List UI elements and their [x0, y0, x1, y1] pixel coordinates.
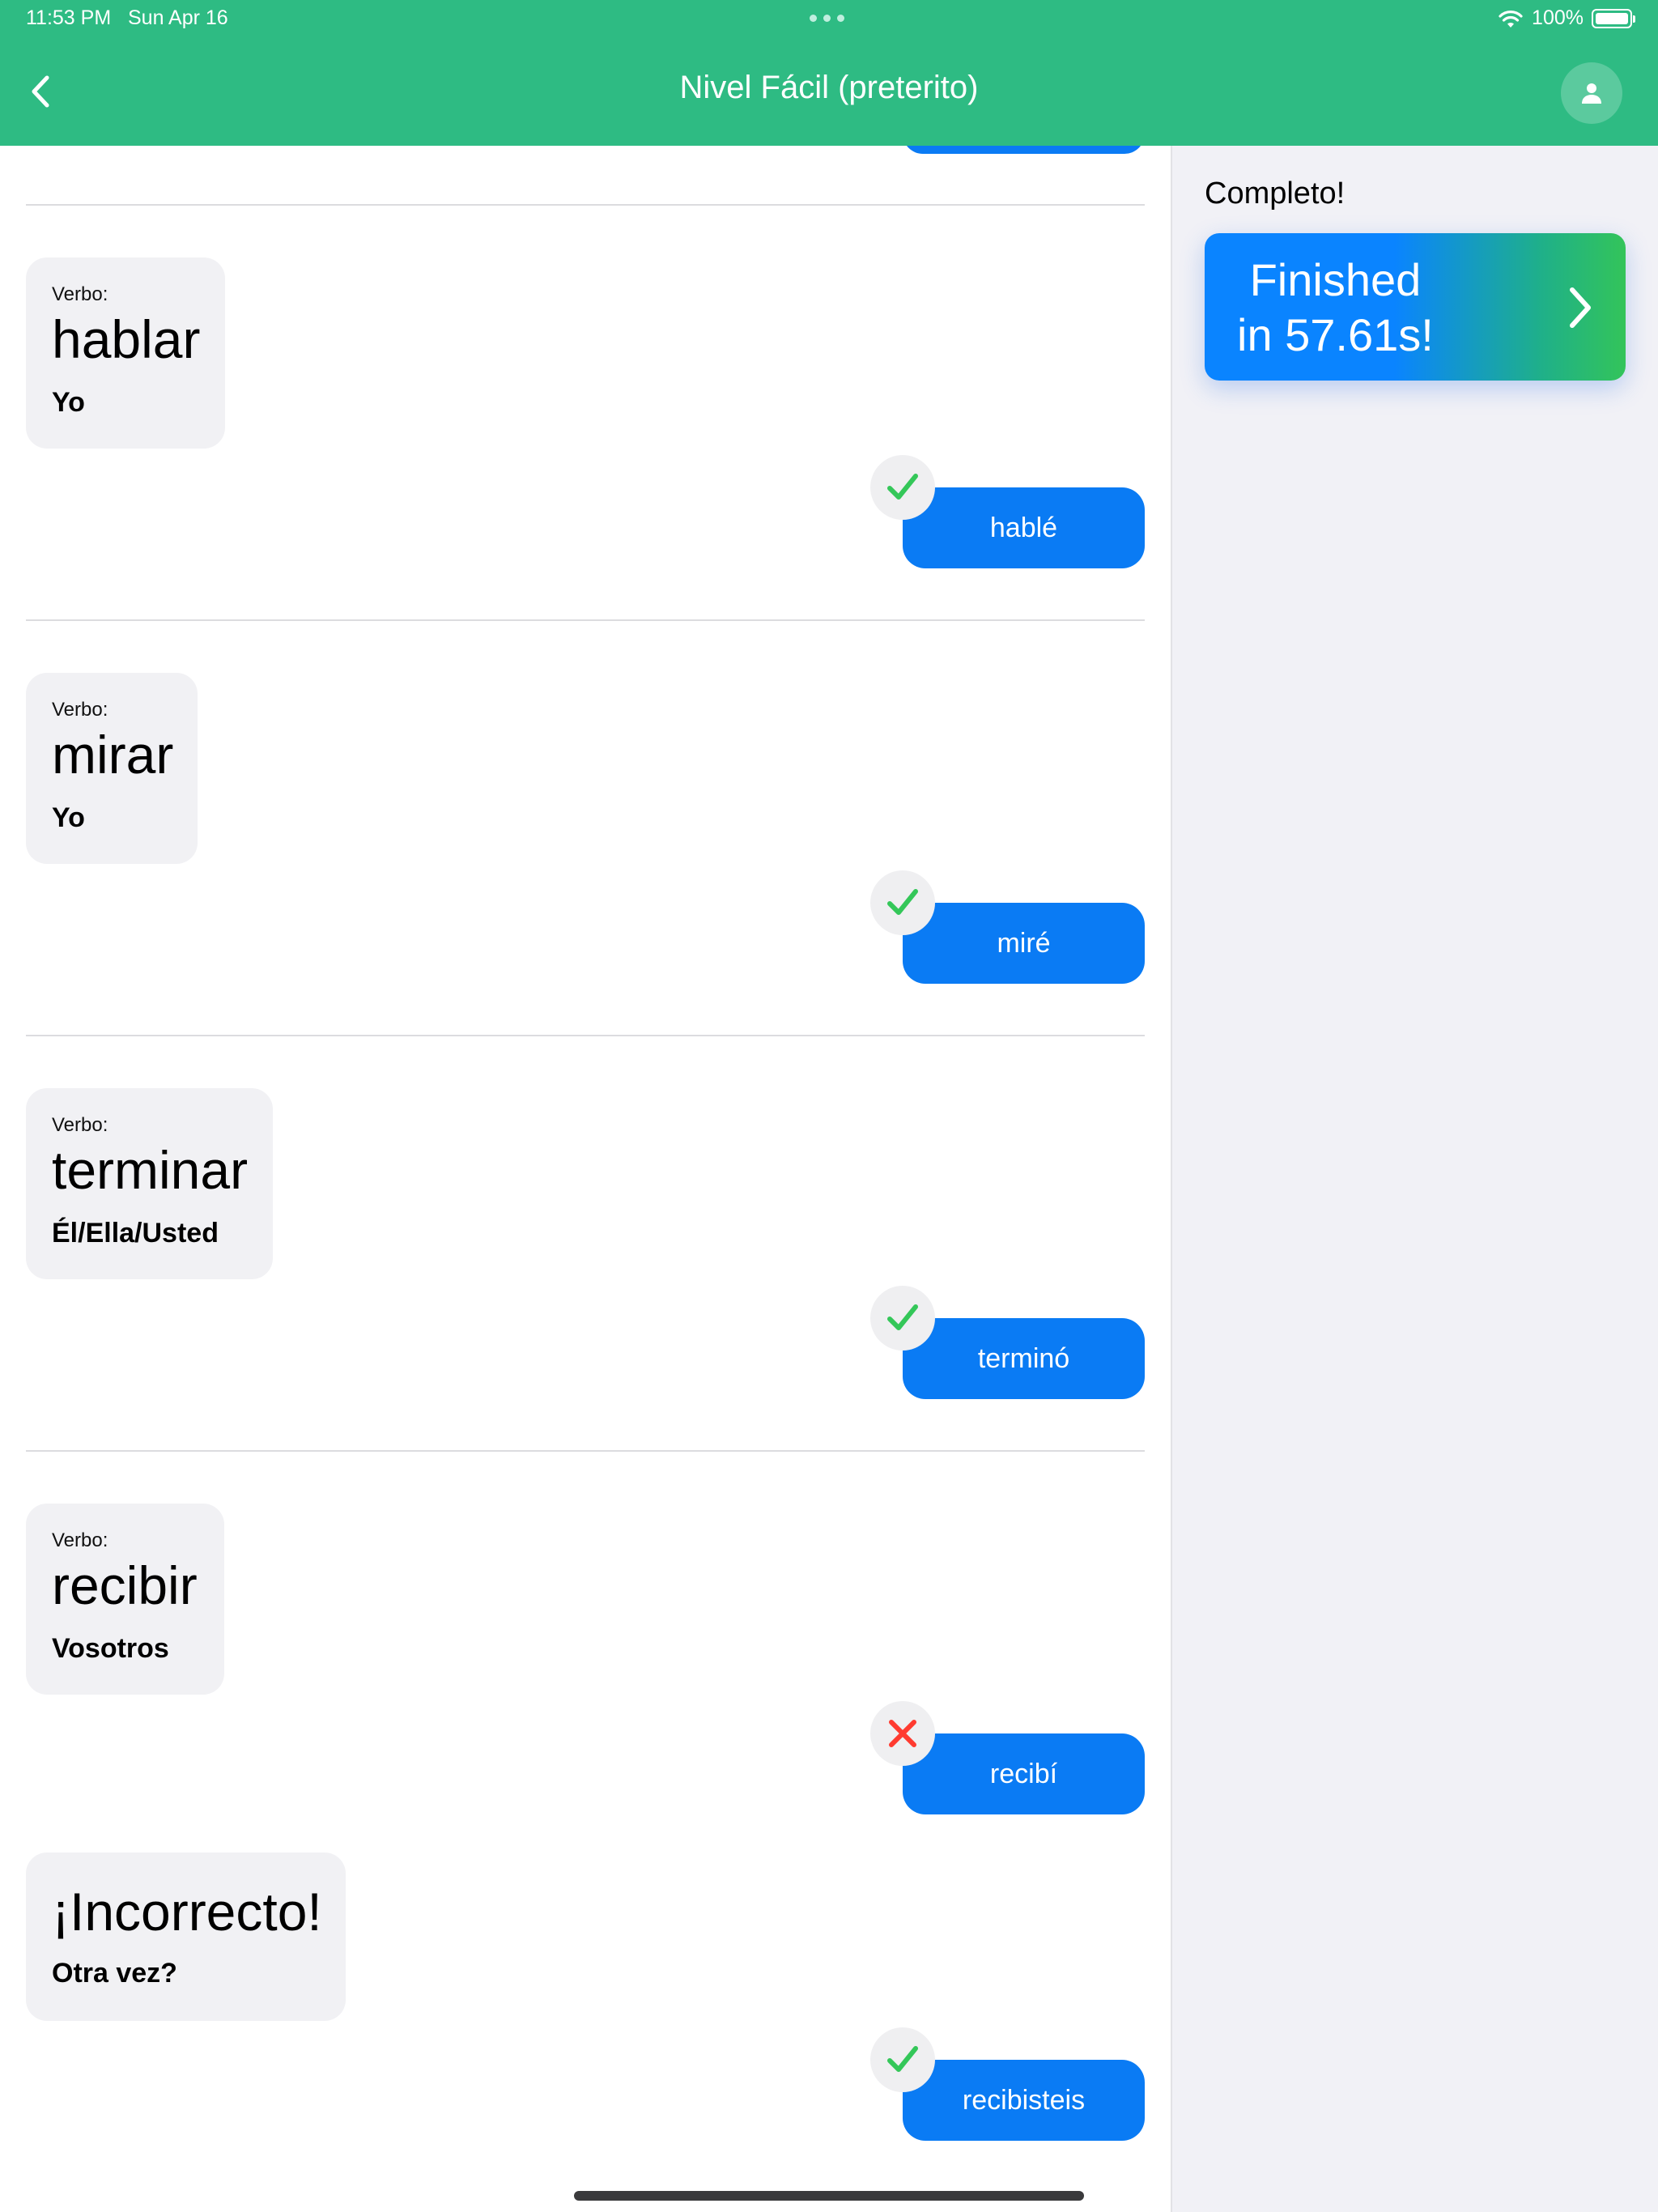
answer-bubble[interactable]: hablé: [903, 487, 1145, 568]
divider: [26, 1035, 1145, 1036]
incorrect-title: ¡Incorrecto!: [52, 1882, 322, 1942]
verb-text: recibir: [52, 1555, 198, 1615]
previous-answer-bubble: [903, 146, 1145, 154]
correct-check-icon: [870, 1286, 935, 1351]
incorrect-feedback-card: ¡Incorrecto! Otra vez?: [26, 1853, 346, 2021]
complete-title: Completo!: [1205, 177, 1346, 211]
verb-card: Verbo: recibir Vosotros: [26, 1504, 224, 1695]
verb-label: Verbo:: [52, 1529, 108, 1551]
exercise-list[interactable]: Verbo: hablar Yo hablé Verbo: mirar Yo m…: [0, 146, 1171, 2212]
multitasking-dots-icon[interactable]: [810, 15, 844, 22]
person-icon: [1582, 83, 1601, 104]
verb-label: Verbo:: [52, 699, 108, 721]
finish-line-2: in 57.61s!: [1237, 309, 1434, 360]
finish-line-1: Finished: [1249, 254, 1422, 305]
correct-check-icon: [870, 2027, 935, 2092]
divider: [26, 204, 1145, 206]
retry-prompt: Otra vez?: [52, 1958, 177, 1989]
results-sidebar: Completo! Finished in 57.61s!: [1171, 146, 1658, 2212]
battery-percent: 100%: [1532, 6, 1584, 29]
verb-label: Verbo:: [52, 1114, 108, 1136]
verb-text: hablar: [52, 309, 201, 369]
finish-time-text: Finished in 57.61s!: [1237, 253, 1434, 363]
correct-check-icon: [870, 455, 935, 520]
divider: [26, 1450, 1145, 1452]
answer-bubble[interactable]: terminó: [903, 1318, 1145, 1399]
incorrect-x-icon: [870, 1701, 935, 1766]
verb-text: terminar: [52, 1140, 249, 1200]
wifi-icon: [1499, 10, 1523, 28]
status-right: 100%: [1498, 6, 1635, 30]
page-title: Nivel Fácil (preterito): [679, 70, 979, 105]
profile-button[interactable]: [1561, 62, 1622, 124]
status-time: 11:53 PM Sun Apr 16: [26, 6, 228, 29]
verb-card: Verbo: hablar Yo: [26, 257, 225, 449]
subject-text: Él/Ella/Usted: [52, 1218, 219, 1249]
answer-bubble[interactable]: recibí: [903, 1733, 1145, 1814]
answer-bubble[interactable]: miré: [903, 903, 1145, 984]
verb-text: mirar: [52, 725, 174, 785]
divider: [26, 619, 1145, 621]
subject-text: Yo: [52, 387, 85, 418]
verb-label: Verbo:: [52, 283, 108, 305]
correct-check-icon: [870, 870, 935, 935]
chevron-right-icon: [1570, 287, 1591, 328]
verb-card: Verbo: mirar Yo: [26, 673, 198, 864]
battery-icon: [1592, 8, 1635, 28]
answer-bubble[interactable]: recibisteis: [903, 2060, 1145, 2141]
home-indicator[interactable]: [574, 2191, 1084, 2201]
subject-text: Vosotros: [52, 1633, 169, 1664]
verb-card: Verbo: terminar Él/Ella/Usted: [26, 1088, 273, 1279]
subject-text: Yo: [52, 802, 85, 833]
header-bar: 11:53 PM Sun Apr 16 100% Nivel Fácil (pr…: [0, 0, 1658, 146]
finish-time-card[interactable]: Finished in 57.61s!: [1205, 233, 1626, 381]
